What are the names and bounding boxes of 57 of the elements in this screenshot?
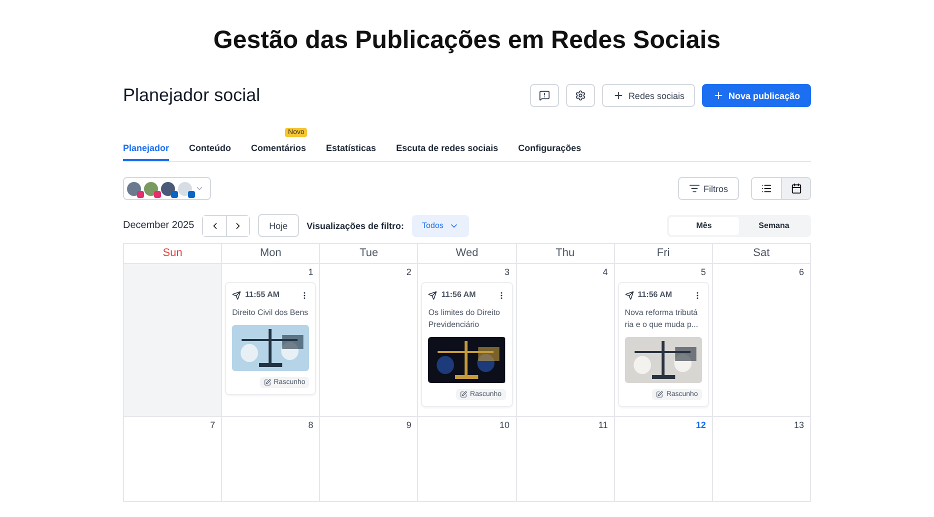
day-number: 5 [700, 267, 707, 277]
instagram-badge-icon [154, 190, 161, 198]
tab[interactable]: Planejador [123, 139, 170, 161]
linkedin-badge-icon [171, 190, 178, 198]
day-number: 11 [597, 420, 609, 430]
settings-icon [575, 90, 586, 101]
send-icon [232, 290, 242, 300]
instagram-badge-icon [137, 190, 144, 198]
accounts-selector[interactable] [123, 177, 211, 200]
filter-label: Visualizações de filtro: [306, 220, 404, 230]
feedback-button[interactable] [530, 84, 560, 107]
filters-button[interactable]: Filtros [678, 177, 739, 200]
day-number: 3 [504, 267, 511, 277]
plus-icon [713, 90, 724, 101]
day-number: 12 [694, 420, 707, 430]
edit-icon [656, 391, 664, 398]
post-time: 11:56 AM [441, 289, 477, 301]
day-number: 10 [498, 420, 511, 430]
social-networks-button[interactable]: Redes sociais [602, 84, 696, 107]
post-title: Nova reforma tributá ria e o que muda p... [624, 307, 700, 331]
tab[interactable]: Conteúdo [189, 139, 232, 161]
current-month: December 2025 [123, 220, 194, 231]
filter-icon [688, 183, 700, 194]
tab[interactable]: Escuta de redes sociais [396, 139, 498, 161]
chevron-down-icon [195, 184, 204, 193]
calendar-icon [790, 183, 802, 194]
plus-icon [613, 90, 624, 101]
day-number: 8 [307, 420, 314, 430]
tab[interactable]: Estatísticas [326, 139, 376, 161]
edit-icon [264, 379, 271, 386]
settings-button[interactable] [566, 84, 596, 107]
day-number: 2 [405, 267, 412, 277]
post-time: 11:55 AM [245, 289, 281, 301]
today-button[interactable]: Hoje [258, 214, 299, 237]
day-number: 13 [792, 420, 805, 430]
edit-icon [460, 391, 468, 398]
calendar-view-button[interactable] [781, 178, 810, 199]
send-icon [624, 290, 634, 300]
post-time: 11:56 AM [638, 289, 674, 301]
page-title: Gestão das Publicações em Redes Sociais [213, 26, 721, 56]
tab[interactable]: Configurações [518, 139, 582, 161]
post-title: Direito Civil dos Bens [232, 307, 310, 319]
view-mode-tab[interactable]: Mês [669, 216, 739, 234]
new-post-button[interactable]: Nova publicação [702, 84, 811, 107]
day-number: 9 [405, 420, 412, 430]
feedback-icon [539, 90, 550, 101]
view-mode-tab[interactable]: Semana [739, 216, 809, 234]
day-number: 1 [307, 267, 314, 277]
planner-title: Planejador social [123, 85, 260, 106]
linkedin-badge-icon [188, 190, 195, 198]
day-number: 6 [798, 267, 805, 277]
post-title: Os limites do Direito Previdenciário [428, 307, 501, 331]
day-number: 7 [209, 420, 216, 430]
list-icon [761, 183, 772, 194]
day-number: 4 [602, 267, 609, 277]
send-icon [428, 290, 438, 300]
filter-dropdown[interactable]: Todos [412, 214, 470, 236]
